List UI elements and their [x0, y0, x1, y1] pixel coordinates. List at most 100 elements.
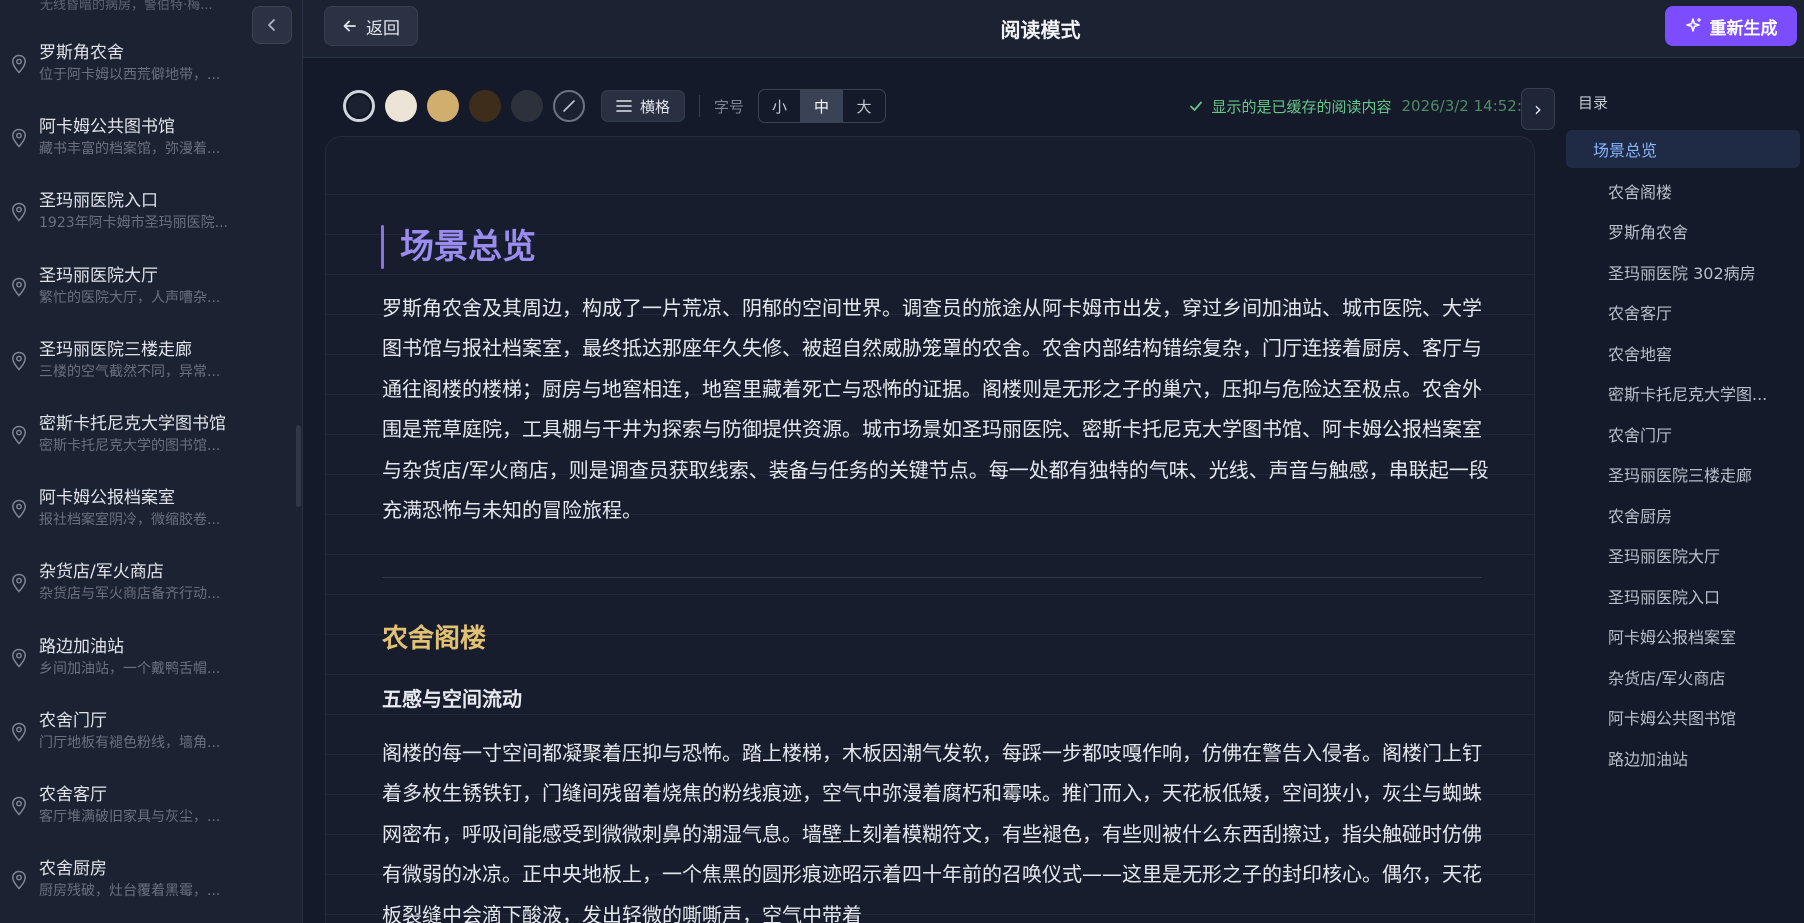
location-item[interactable]: 农舍厨房厨房残破，灶台覆着黑霉，...	[0, 849, 300, 923]
location-item[interactable]: 阿卡姆公共图书馆 藏书丰富的档案馆，弥漫着...	[0, 107, 300, 181]
location-text: 密斯卡托尼克大学图书馆密斯卡托尼克大学的图书馆...	[39, 412, 259, 456]
toc-item[interactable]: 罗斯角农舍	[1566, 211, 1800, 252]
font-size-option[interactable]: 小	[759, 90, 802, 122]
location-list: 罗斯角农舍位于阿卡姆以西荒僻地带，... 阿卡姆公共图书馆 藏书丰富的档案馆，弥漫着…	[0, 33, 300, 923]
toolbar-divider	[699, 95, 701, 117]
map-pin-icon	[10, 425, 28, 445]
location-text: 农舍门厅 门厅地板有褪色粉线，墙角...	[39, 709, 259, 753]
location-item[interactable]: 圣玛丽医院大厅繁忙的医院大厅，人声嘈杂...	[0, 256, 300, 330]
cache-status-text: 显示的是已缓存的阅读内容	[1211, 97, 1392, 116]
toc-item[interactable]: 杂货店/军火商店	[1566, 657, 1800, 698]
location-text: 圣玛丽医院三楼走廊 三楼的空气截然不同，异常...	[39, 338, 259, 382]
font-size-option[interactable]: 大	[843, 90, 885, 122]
location-name: 路边加油站	[39, 636, 124, 657]
map-pin-icon	[10, 870, 28, 890]
map-pin-icon	[10, 648, 28, 668]
toc-item[interactable]: 农舍地窖	[1566, 333, 1800, 374]
location-desc: 1923年阿卡姆市圣玛丽医院...	[39, 215, 228, 232]
location-name: 农舍客厅	[39, 784, 107, 805]
theme-swatch[interactable]	[469, 90, 501, 122]
location-text: 阿卡姆公报档案室 报社档案室阴冷，微缩胶卷...	[39, 486, 259, 530]
location-text: 农舍客厅 客厅堆满破旧家具与灰尘，...	[39, 783, 259, 827]
location-desc: 厨房残破，灶台覆着黑霉，...	[39, 883, 221, 900]
location-text: 阿卡姆公共图书馆 藏书丰富的档案馆，弥漫着...	[39, 115, 259, 159]
location-desc: 门厅地板有褪色粉线，墙角...	[39, 734, 221, 751]
regenerate-button-label: 重新生成	[1709, 18, 1778, 39]
location-desc: 三楼的空气截然不同，异常...	[39, 363, 221, 380]
location-item[interactable]: 农舍客厅 客厅堆满破旧家具与灰尘，...	[0, 775, 300, 849]
location-item[interactable]: 路边加油站乡间加油站，一个戴鸭舌帽...	[0, 627, 300, 701]
location-sidebar: 无线昏暗的病房，警伯特·梅... 罗斯角农舍 位于阿卡姆以西荒僻地带，... 阿卡姆…	[0, 0, 303, 923]
theme-swatch[interactable]	[385, 90, 417, 122]
location-desc: 乡间加油站，一个戴鸭舌帽...	[39, 660, 221, 677]
chevron-left-icon	[268, 19, 275, 31]
location-desc: 繁忙的医院大厅，人声嘈杂...	[39, 289, 221, 306]
chevron-right-icon: ›	[1534, 97, 1542, 121]
location-name: 阿卡姆公共图书馆	[39, 117, 175, 138]
location-item[interactable]: 密斯卡托尼克大学图书馆密斯卡托尼克大学的图书馆...	[0, 404, 300, 478]
map-pin-icon	[10, 277, 28, 297]
sparkle-icon	[1685, 17, 1701, 32]
location-item[interactable]: 圣玛丽医院三楼走廊 三楼的空气截然不同，异常...	[0, 330, 300, 404]
toc-item[interactable]: 圣玛丽医院入口	[1566, 576, 1800, 617]
page-title: 阅读模式	[1000, 18, 1081, 42]
map-pin-icon	[10, 202, 28, 222]
location-name: 密斯卡托尼克大学图书馆	[39, 413, 226, 434]
theme-swatches	[325, 90, 543, 122]
toc-toggle-button[interactable]: ›	[1521, 88, 1555, 130]
map-pin-icon	[10, 351, 28, 371]
font-size-option[interactable]: 中	[801, 90, 844, 122]
location-desc: 位于阿卡姆以西荒僻地带，...	[39, 67, 221, 83]
theme-swatch[interactable]	[427, 90, 459, 122]
location-desc: 密斯卡托尼克大学的图书馆...	[39, 437, 221, 454]
section-heading: 场景总览	[400, 227, 536, 267]
theme-swatch[interactable]	[343, 90, 375, 122]
font-size-label: 字号	[714, 97, 745, 116]
location-item[interactable]: 阿卡姆公报档案室 报社档案室阴冷，微缩胶卷...	[0, 478, 300, 552]
location-name: 阿卡姆公报档案室	[39, 488, 175, 509]
layout-label: 横格	[640, 97, 671, 116]
toc-item[interactable]: 路边加油站	[1566, 738, 1800, 779]
map-pin-icon	[10, 796, 28, 816]
toc-item[interactable]: 农舍阁楼	[1566, 171, 1800, 212]
location-item[interactable]: 罗斯角农舍位于阿卡姆以西荒僻地带，...	[0, 33, 300, 107]
reading-toolbar: 横格 字号 小中大 显示的是已缓存的阅读内容 2026/3/2 14:52:32	[325, 80, 1555, 132]
location-text: 路边加油站乡间加油站，一个戴鸭舌帽...	[39, 635, 259, 679]
location-item[interactable]: 杂货店/军火商店 杂货店与军火商店备齐行动...	[0, 552, 300, 626]
location-text: 圣玛丽医院入口 1923年阿卡姆市圣玛丽医院...	[39, 189, 259, 233]
regenerate-button[interactable]: 重新生成	[1665, 6, 1797, 46]
location-text: 杂货店/军火商店 杂货店与军火商店备齐行动...	[39, 560, 259, 604]
location-item[interactable]: 农舍门厅 门厅地板有褪色粉线，墙角...	[0, 701, 300, 775]
location-name: 罗斯角农舍	[39, 43, 124, 63]
no-theme-swatch[interactable]	[553, 90, 585, 122]
section-divider	[382, 577, 1482, 578]
toc-item[interactable]: 阿卡姆公共图书馆	[1566, 697, 1800, 738]
lines-icon	[616, 100, 632, 112]
toc-item[interactable]: 场景总览	[1566, 130, 1800, 168]
toc-item[interactable]: 农舍门厅	[1566, 414, 1800, 455]
toc-item[interactable]: 圣玛丽医院大厅	[1566, 535, 1800, 576]
location-text: 农舍厨房厨房残破，灶台覆着黑霉，...	[39, 857, 259, 901]
section-paragraph: 罗斯角农舍及其周边，构成了一片荒凉、阴郁的空间世界。调查员的旅途从阿卡姆市出发，…	[382, 296, 1489, 523]
toc-list: 场景总览 农舍阁楼 罗斯角农舍 圣玛丽医院 302病房 农舍客厅 农舍地窖 密斯卡托尼克大学…	[1566, 130, 1800, 778]
theme-swatch[interactable]	[511, 90, 543, 122]
location-item[interactable]: 圣玛丽医院入口 1923年阿卡姆市圣玛丽医院...	[0, 181, 300, 255]
toc-item[interactable]: 密斯卡托尼克大学图...	[1566, 373, 1800, 414]
location-name: 农舍厨房	[39, 859, 107, 880]
map-pin-icon	[10, 499, 28, 519]
toc-item[interactable]: 阿卡姆公报档案室	[1566, 616, 1800, 657]
toc-item[interactable]: 圣玛丽医院 302病房	[1566, 252, 1800, 293]
font-size-selector: 小中大	[758, 89, 887, 123]
layout-lined-button[interactable]: 横格	[601, 90, 686, 122]
toc-item[interactable]: 农舍客厅	[1566, 292, 1800, 333]
map-pin-icon	[10, 573, 28, 593]
map-pin-icon	[10, 54, 28, 74]
toc-item[interactable]: 圣玛丽医院三楼走廊	[1566, 454, 1800, 495]
location-text: 圣玛丽医院大厅繁忙的医院大厅，人声嘈杂...	[39, 264, 259, 308]
map-pin-icon	[10, 128, 28, 148]
cache-status: 显示的是已缓存的阅读内容 2026/3/2 14:52:32	[1189, 96, 1541, 117]
location-text: 罗斯角农舍位于阿卡姆以西荒僻地带，...	[39, 41, 259, 85]
location-name: 圣玛丽医院大厅	[39, 265, 158, 286]
toc-item[interactable]: 农舍厨房	[1566, 495, 1800, 536]
location-name: 杂货店/军火商店	[39, 562, 164, 583]
